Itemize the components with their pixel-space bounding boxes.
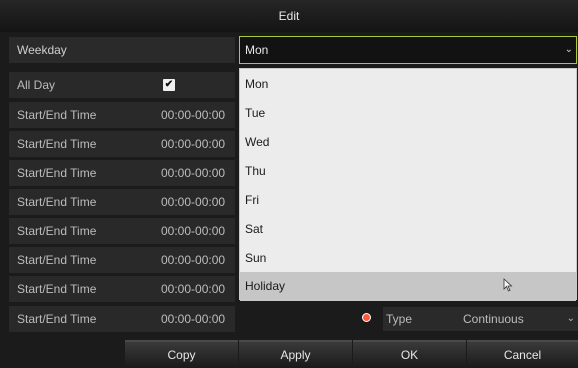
time-row-value[interactable]: 00:00-00:00 <box>161 306 225 332</box>
cancel-button[interactable]: Cancel <box>467 340 578 368</box>
time-row-value[interactable]: 00:00-00:00 <box>161 160 225 186</box>
mouse-pointer-icon <box>503 278 513 292</box>
weekday-selected-value: Mon <box>245 43 269 57</box>
time-row-label: Start/End Time <box>17 108 97 122</box>
all-day-label: All Day <box>17 78 56 92</box>
time-row: Start/End Time 00:00-00:00 <box>9 189 235 215</box>
weekday-option-wed[interactable]: Wed <box>240 128 576 157</box>
weekday-option-sat[interactable]: Sat <box>240 215 576 244</box>
weekday-dropdown-list: Mon Tue Wed Thu Fri Sat Sun Holiday <box>239 68 577 301</box>
time-row-label: Start/End Time <box>17 282 97 296</box>
time-row-label: Start/End Time <box>17 195 97 209</box>
time-row-label: Start/End Time <box>17 312 97 326</box>
time-row: Start/End Time 00:00-00:00 <box>9 247 235 273</box>
weekday-select[interactable]: Mon ⌄ <box>239 36 577 64</box>
dialog-title: Edit <box>0 0 578 32</box>
time-row: Start/End Time 00:00-00:00 <box>9 306 235 332</box>
all-day-row: All Day ✔ <box>9 72 235 98</box>
weekday-option-thu[interactable]: Thu <box>240 157 576 186</box>
time-row-value[interactable]: 00:00-00:00 <box>161 218 225 244</box>
chevron-down-icon: ⌄ <box>566 313 575 324</box>
time-row-value[interactable]: 00:00-00:00 <box>161 247 225 273</box>
time-row-label: Start/End Time <box>17 253 97 267</box>
weekday-option-fri[interactable]: Fri <box>240 186 576 215</box>
time-row-label: Start/End Time <box>17 166 97 180</box>
type-selected-value: Continuous <box>463 312 524 326</box>
type-label: Type <box>383 307 456 331</box>
weekday-option-mon[interactable]: Mon <box>240 70 576 99</box>
weekday-option-holiday[interactable]: Holiday <box>240 272 576 301</box>
copy-button[interactable]: Copy <box>125 340 238 368</box>
time-row: Start/End Time 00:00-00:00 <box>9 276 235 302</box>
weekday-option-tue[interactable]: Tue <box>240 99 576 128</box>
time-row-value[interactable]: 00:00-00:00 <box>161 189 225 215</box>
all-day-checkbox[interactable]: ✔ <box>163 79 175 91</box>
time-row-label: Start/End Time <box>17 224 97 238</box>
time-row-value[interactable]: 00:00-00:00 <box>161 102 225 128</box>
weekday-option-sun[interactable]: Sun <box>240 244 576 273</box>
chevron-down-icon: ⌄ <box>564 44 573 55</box>
time-row: Start/End Time 00:00-00:00 <box>9 102 235 128</box>
weekday-label: Weekday <box>9 37 235 63</box>
weekday-option-holiday-label: Holiday <box>245 279 286 293</box>
type-select[interactable]: Continuous ⌄ <box>456 307 578 331</box>
time-row-value[interactable]: 00:00-00:00 <box>161 131 225 157</box>
time-row: Start/End Time 00:00-00:00 <box>9 131 235 157</box>
apply-button[interactable]: Apply <box>239 340 352 368</box>
time-row-label: Start/End Time <box>17 137 97 151</box>
clock-icon[interactable] <box>362 313 371 322</box>
time-row: Start/End Time 00:00-00:00 <box>9 160 235 186</box>
time-row-value[interactable]: 00:00-00:00 <box>161 276 225 302</box>
time-row: Start/End Time 00:00-00:00 <box>9 218 235 244</box>
ok-button[interactable]: OK <box>353 340 466 368</box>
